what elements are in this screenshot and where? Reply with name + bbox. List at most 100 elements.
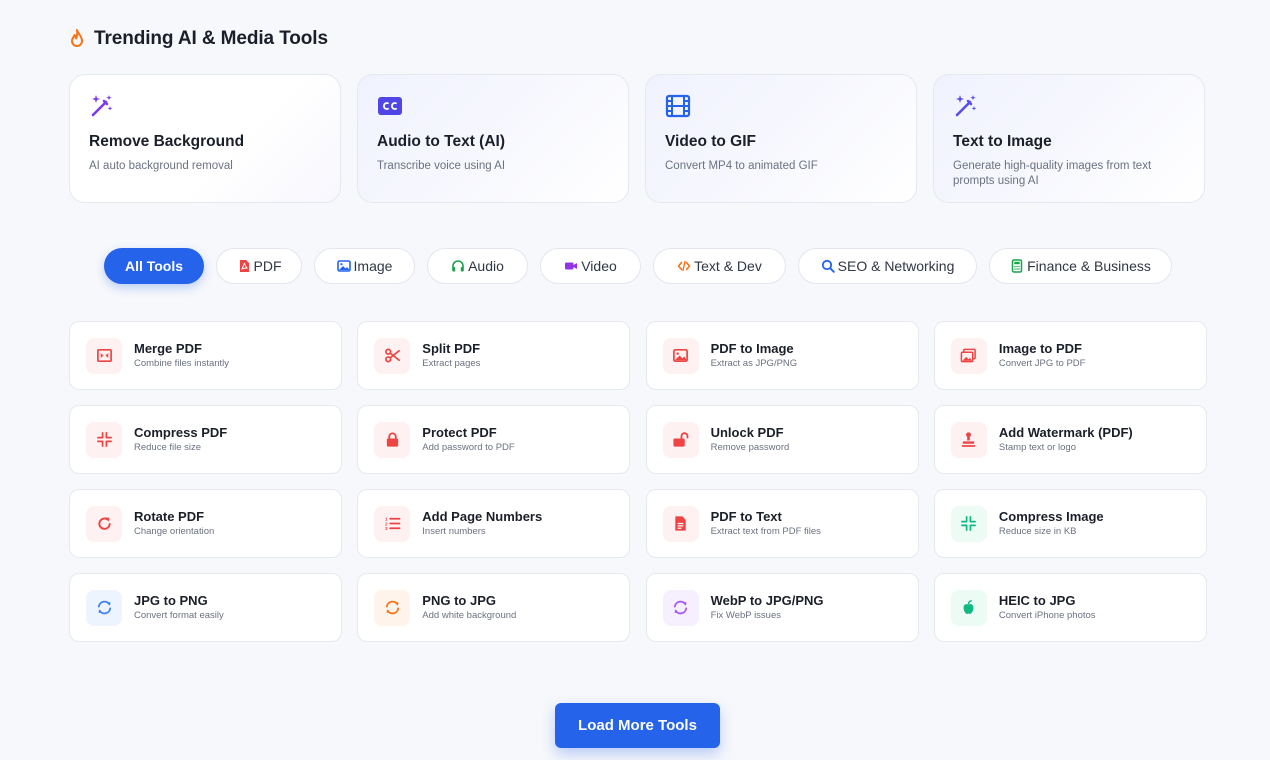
- tool-desc: Extract as JPG/PNG: [710, 358, 798, 369]
- tool-card-heic-to-jpg[interactable]: HEIC to JPG Convert iPhone photos: [933, 573, 1207, 642]
- sync-icon: [97, 600, 111, 615]
- trending-card-remove-background[interactable]: Remove Background AI auto background rem…: [69, 74, 341, 203]
- tool-card-image-to-pdf[interactable]: Image to PDF Convert JPG to PDF: [933, 321, 1207, 390]
- tool-card-add-page-numbers[interactable]: 1 2 3 Add Page Numbers Insert numbers: [357, 489, 631, 558]
- magic-wand-icon: [91, 95, 113, 117]
- trending-card-desc: Generate high-quality images from text p…: [953, 160, 1152, 187]
- tool-title: Protect PDF: [422, 425, 497, 440]
- tool-card-add-watermark[interactable]: Add Watermark (PDF) Stamp text or logo: [933, 405, 1207, 474]
- tool-card-pdf-to-text[interactable]: PDF to Text Extract text from PDF files: [645, 489, 919, 558]
- tool-icon-box: [86, 421, 122, 458]
- tool-desc: Stamp text or logo: [998, 442, 1076, 453]
- trending-tools: Remove Background AI auto background rem…: [69, 74, 1206, 203]
- tools-page: Trending AI & Media Tools Remove Backgro…: [0, 0, 1270, 760]
- tool-title: HEIC to JPG: [998, 593, 1076, 608]
- tool-title: PNG to JPG: [422, 593, 496, 608]
- magic-wand-icon: [955, 95, 977, 117]
- trending-card-title: Video to GIF: [665, 133, 756, 150]
- trending-card-desc: Transcribe voice using AI: [377, 160, 506, 172]
- filter-all-tools[interactable]: All Tools: [104, 248, 204, 284]
- filter-label: All Tools: [124, 258, 184, 274]
- tool-desc: Add password to PDF: [422, 442, 515, 453]
- tool-icon-box: [374, 421, 411, 458]
- trending-card-audio-to-text[interactable]: Audio to Text (AI) Transcribe voice usin…: [357, 74, 629, 203]
- load-more-button[interactable]: Load More Tools: [555, 703, 720, 748]
- merge-icon: [96, 348, 112, 363]
- video-camera-icon: [565, 262, 578, 270]
- tool-icon-box: [662, 421, 699, 458]
- tool-card-compress-image[interactable]: Compress Image Reduce size in KB: [933, 489, 1207, 558]
- filter-audio[interactable]: Audio: [427, 248, 528, 284]
- tool-card-merge-pdf[interactable]: Merge PDF Combine files instantly: [69, 321, 342, 390]
- tool-desc: Extract text from PDF files: [710, 526, 821, 537]
- tool-title: Unlock PDF: [710, 425, 784, 440]
- tool-title: Rotate PDF: [134, 509, 205, 524]
- tool-card-pdf-to-image[interactable]: PDF to Image Extract as JPG/PNG: [645, 321, 919, 390]
- tool-desc: Reduce size in KB: [998, 526, 1077, 537]
- tool-desc: Convert iPhone photos: [998, 610, 1096, 621]
- tool-icon-box: [374, 589, 411, 626]
- filter-finance-business[interactable]: Finance & Business: [989, 248, 1172, 284]
- tool-desc: Convert format easily: [134, 610, 224, 621]
- tool-title: Add Page Numbers: [422, 509, 543, 524]
- tool-icon-box: [86, 337, 122, 374]
- filter-text-dev[interactable]: Text & Dev: [653, 248, 786, 284]
- tool-card-compress-pdf[interactable]: Compress PDF Reduce file size: [69, 405, 342, 474]
- tool-card-unlock-pdf[interactable]: Unlock PDF Remove password: [645, 405, 919, 474]
- scissors-icon: [384, 348, 400, 363]
- filter-label: Video: [581, 258, 617, 274]
- filter-seo-networking[interactable]: SEO & Networking: [798, 248, 977, 284]
- tool-icon-box: [950, 421, 987, 458]
- tool-card-rotate-pdf[interactable]: Rotate PDF Change orientation: [69, 489, 342, 558]
- tool-icon-box: [86, 505, 122, 542]
- tool-title: Add Watermark (PDF): [998, 425, 1133, 440]
- image-icon: [673, 348, 689, 363]
- tool-title: Merge PDF: [134, 341, 202, 356]
- tool-card-protect-pdf[interactable]: Protect PDF Add password to PDF: [357, 405, 631, 474]
- filter-pdf[interactable]: PDF: [216, 248, 302, 284]
- tool-card-webp-to-jpg-png[interactable]: WebP to JPG/PNG Fix WebP issues: [645, 573, 919, 642]
- lock-icon: [386, 432, 398, 447]
- svg-text:3: 3: [385, 526, 388, 532]
- code-icon: [677, 260, 691, 272]
- tool-card-split-pdf[interactable]: Split PDF Extract pages: [357, 321, 631, 390]
- tool-title: Image to PDF: [998, 341, 1082, 356]
- sync-icon: [674, 600, 688, 615]
- section-title: Trending AI & Media Tools: [94, 28, 328, 49]
- trending-card-video-to-gif[interactable]: Video to GIF Convert MP4 to animated GIF: [645, 74, 917, 203]
- trending-card-title: Remove Background: [89, 133, 245, 150]
- trending-card-desc: Convert MP4 to animated GIF: [665, 160, 818, 172]
- tool-card-jpg-to-png[interactable]: JPG to PNG Convert format easily: [69, 573, 342, 642]
- tool-desc: Remove password: [710, 442, 790, 453]
- stamp-icon: [962, 432, 976, 447]
- filter-label: SEO & Networking: [837, 258, 955, 274]
- category-filters: All Tools PDF Image Audio Video Text & D…: [104, 248, 1172, 284]
- tool-card-png-to-jpg[interactable]: PNG to JPG Add white background: [357, 573, 631, 642]
- sync-icon: [385, 600, 399, 615]
- closed-caption-icon: [378, 97, 402, 115]
- tool-title: Split PDF: [422, 341, 481, 356]
- apple-icon: [963, 600, 974, 614]
- unlock-icon: [673, 432, 689, 447]
- tools-grid: Merge PDF Combine files instantly Split P…: [69, 321, 1207, 642]
- tool-desc: Reduce file size: [134, 442, 202, 453]
- tool-icon-box: [374, 337, 411, 374]
- file-text-icon: [675, 516, 686, 531]
- trending-card-text-to-image[interactable]: Text to Image Generate high-quality imag…: [933, 74, 1205, 203]
- tool-icon-box: [662, 589, 699, 626]
- tool-title: WebP to JPG/PNG: [710, 593, 824, 608]
- tool-desc: Insert numbers: [422, 526, 486, 537]
- tool-desc: Convert JPG to PDF: [998, 358, 1086, 369]
- images-icon: [961, 348, 977, 363]
- tool-icon-box: [950, 505, 987, 542]
- tool-icon-box: [950, 337, 987, 374]
- tool-desc: Add white background: [422, 610, 517, 621]
- tool-icon-box: [662, 505, 699, 542]
- headphones-icon: [452, 260, 464, 272]
- filter-image[interactable]: Image: [314, 248, 415, 284]
- filter-label: Finance & Business: [1027, 258, 1151, 274]
- tool-title: Compress PDF: [134, 425, 228, 440]
- filter-video[interactable]: Video: [540, 248, 641, 284]
- tool-desc: Fix WebP issues: [710, 610, 781, 621]
- section-header: Trending AI & Media Tools: [68, 26, 328, 52]
